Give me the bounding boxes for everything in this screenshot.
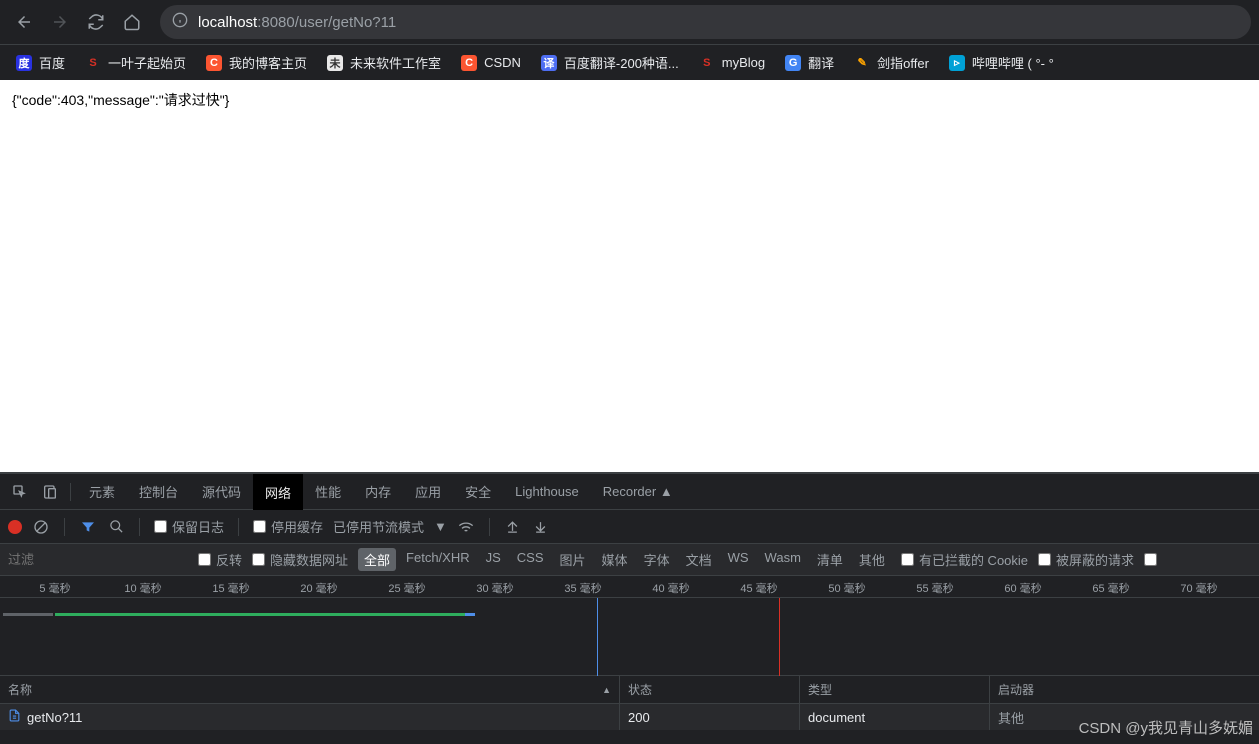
chevron-down-icon[interactable]: ▼ — [434, 519, 447, 534]
wifi-icon[interactable] — [457, 518, 475, 536]
devtools-tab[interactable]: 元素 — [77, 474, 127, 510]
filter-type-button[interactable]: CSS — [511, 548, 550, 571]
filter-type-button[interactable]: 图片 — [554, 548, 592, 571]
filter-type-button[interactable]: 字体 — [638, 548, 676, 571]
browser-toolbar: localhost:8080/user/getNo?11 — [0, 0, 1259, 44]
bookmark-item[interactable]: 译百度翻译-200种语... — [533, 48, 687, 77]
devtools-tab[interactable]: 安全 — [453, 474, 503, 510]
bookmarks-bar: 度百度S一叶子起始页C我的博客主页未未来软件工作室CCSDN译百度翻译-200种… — [0, 44, 1259, 80]
bookmark-item[interactable]: S一叶子起始页 — [77, 48, 194, 77]
request-type: document — [808, 710, 865, 725]
search-icon[interactable] — [107, 518, 125, 536]
filter-bar: 反转 隐藏数据网址 全部Fetch/XHRJSCSS图片媒体字体文档WSWasm… — [0, 544, 1259, 576]
hide-data-urls-checkbox[interactable]: 隐藏数据网址 — [252, 550, 348, 569]
column-status[interactable]: 状态 — [620, 676, 800, 703]
inspect-icon[interactable] — [6, 478, 34, 506]
document-icon — [8, 709, 21, 725]
upload-icon[interactable] — [504, 518, 522, 536]
bookmark-item[interactable]: C我的博客主页 — [198, 48, 315, 77]
network-request-row[interactable]: getNo?11 200 document 其他 — [0, 704, 1259, 730]
filter-type-button[interactable]: 文档 — [680, 548, 718, 571]
request-status: 200 — [628, 710, 650, 725]
devtools-tab[interactable]: Recorder ▲ — [591, 474, 685, 510]
devtools-tab[interactable]: 网络 — [253, 474, 303, 510]
column-name[interactable]: 名称▲ — [0, 676, 620, 703]
filter-type-button[interactable]: JS — [480, 548, 507, 571]
filter-type-button[interactable]: 全部 — [358, 548, 396, 571]
filter-type-button[interactable]: WS — [722, 548, 755, 571]
devtools-tab[interactable]: Lighthouse — [503, 474, 591, 510]
bookmark-item[interactable]: SmyBlog — [691, 50, 773, 76]
column-initiator[interactable]: 启动器 — [990, 676, 1259, 703]
extra-checkbox[interactable] — [1144, 553, 1157, 566]
column-type[interactable]: 类型 — [800, 676, 990, 703]
download-icon[interactable] — [532, 518, 550, 536]
filter-type-button[interactable]: 其他 — [853, 548, 891, 571]
devtools-tab[interactable]: 性能 — [303, 474, 353, 510]
request-name: getNo?11 — [27, 710, 82, 725]
response-body: {"code":403,"message":"请求过快"} — [12, 92, 229, 108]
clear-button[interactable] — [32, 518, 50, 536]
network-toolbar: 保留日志 停用缓存 已停用节流模式 ▼ — [0, 510, 1259, 544]
devtools-panel: 元素控制台源代码网络性能内存应用安全LighthouseRecorder ▲ 保… — [0, 472, 1259, 744]
bookmark-item[interactable]: ✎剑指offer — [846, 48, 937, 77]
devtools-tab[interactable]: 控制台 — [127, 474, 190, 510]
filter-type-button[interactable]: Wasm — [759, 548, 807, 571]
home-button[interactable] — [116, 6, 148, 38]
disable-cache-checkbox[interactable]: 停用缓存 — [253, 517, 323, 536]
bookmark-item[interactable]: 未未来软件工作室 — [319, 48, 449, 77]
filter-type-button[interactable]: Fetch/XHR — [400, 548, 476, 571]
throttling-select[interactable]: 已停用节流模式 — [333, 517, 424, 536]
record-button[interactable] — [8, 520, 22, 534]
bookmark-item[interactable]: 度百度 — [8, 48, 73, 77]
address-bar[interactable]: localhost:8080/user/getNo?11 — [160, 5, 1251, 39]
site-info-icon[interactable] — [172, 12, 188, 33]
blocked-requests-checkbox[interactable]: 被屏蔽的请求 — [1038, 550, 1134, 569]
request-initiator: 其他 — [998, 708, 1024, 727]
devtools-tabs: 元素控制台源代码网络性能内存应用安全LighthouseRecorder ▲ — [0, 474, 1259, 510]
bookmark-item[interactable]: G翻译 — [777, 48, 842, 77]
back-button[interactable] — [8, 6, 40, 38]
network-table-header: 名称▲ 状态 类型 启动器 — [0, 676, 1259, 704]
device-toggle-icon[interactable] — [36, 478, 64, 506]
devtools-tab[interactable]: 内存 — [353, 474, 403, 510]
invert-checkbox[interactable]: 反转 — [198, 550, 242, 569]
devtools-tab[interactable]: 源代码 — [190, 474, 253, 510]
blocked-cookies-checkbox[interactable]: 有已拦截的 Cookie — [901, 550, 1028, 569]
filter-type-button[interactable]: 清单 — [811, 548, 849, 571]
bookmark-item[interactable]: CCSDN — [453, 50, 529, 76]
forward-button[interactable] — [44, 6, 76, 38]
filter-input[interactable] — [8, 552, 188, 567]
bookmark-item[interactable]: ▹哔哩哔哩 ( °- ° — [941, 48, 1062, 77]
url-text: localhost:8080/user/getNo?11 — [198, 14, 396, 31]
network-timeline[interactable]: 5 毫秒10 毫秒15 毫秒20 毫秒25 毫秒30 毫秒35 毫秒40 毫秒4… — [0, 576, 1259, 676]
page-content: {"code":403,"message":"请求过快"} — [0, 80, 1259, 472]
filter-type-button[interactable]: 媒体 — [596, 548, 634, 571]
preserve-log-checkbox[interactable]: 保留日志 — [154, 517, 224, 536]
reload-button[interactable] — [80, 6, 112, 38]
devtools-tab[interactable]: 应用 — [403, 474, 453, 510]
filter-icon[interactable] — [79, 518, 97, 536]
